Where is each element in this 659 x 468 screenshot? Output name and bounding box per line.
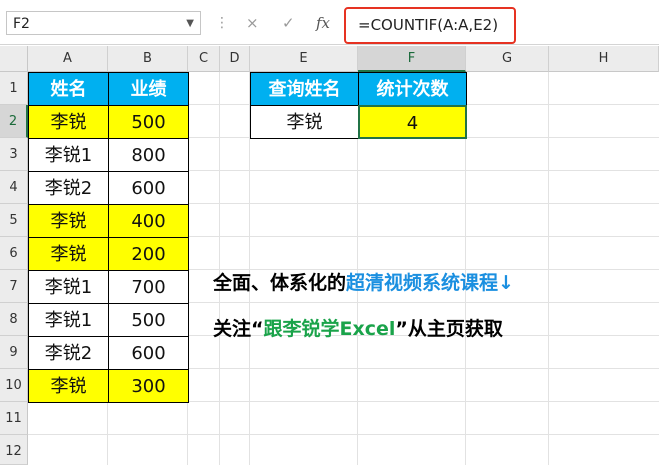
row-header-8[interactable]: 8 [0,303,28,336]
table-cell-score[interactable]: 600 [108,336,189,370]
table-cell-score[interactable]: 600 [108,171,189,205]
table-header-score[interactable]: 业绩 [108,72,189,106]
lookup-header-count[interactable]: 统计次数 [358,72,467,106]
row-header-12[interactable]: 12 [0,435,28,465]
insert-function-icon[interactable]: fx [316,11,330,35]
table-cell-name[interactable]: 李锐2 [28,336,109,370]
column-header-d[interactable]: D [220,46,250,72]
row-header-5[interactable]: 5 [0,204,28,237]
promo-line-2: 关注“跟李锐学Excel”从主页获取 [213,314,503,341]
column-header-a[interactable]: A [28,46,108,72]
formula-bar-grip-icon: ⋮ [215,15,229,31]
table-cell-score[interactable]: 500 [108,105,189,139]
column-header-c[interactable]: C [188,46,220,72]
column-header-f[interactable]: F [358,46,466,72]
table-cell-name[interactable]: 李锐1 [28,303,109,337]
gridline [548,72,549,465]
promo-line-2-pre: 关注“ [213,318,264,340]
row-header-6[interactable]: 6 [0,237,28,270]
promo-line-1: 全面、体系化的超清视频系统课程↓ [213,268,514,295]
table-cell-score[interactable]: 700 [108,270,189,304]
lookup-header-name[interactable]: 查询姓名 [250,72,359,106]
row-header-7[interactable]: 7 [0,270,28,303]
column-header-b[interactable]: B [108,46,188,72]
table-cell-score[interactable]: 300 [108,369,189,403]
lookup-count-cell-selected[interactable]: 4 [358,105,467,139]
formula-input[interactable]: =COUNTIF(A:A,E2) [344,7,516,44]
table-cell-name[interactable]: 李锐2 [28,171,109,205]
row-header-2[interactable]: 2 [0,105,28,138]
table-cell-name[interactable]: 李锐 [28,237,109,271]
row-header-9[interactable]: 9 [0,336,28,369]
table-header-name[interactable]: 姓名 [28,72,109,106]
promo-line-1-black: 全面、体系化的 [213,272,347,294]
table-cell-score[interactable]: 800 [108,138,189,172]
cancel-icon[interactable]: × [246,11,259,35]
promo-line-2-green: 跟李锐学Excel [263,318,396,340]
column-header-g[interactable]: G [466,46,549,72]
lookup-name-cell[interactable]: 李锐 [250,105,359,139]
formula-bar: F2 ▼ ⋮ × ✓ fx =COUNTIF(A:A,E2) [0,0,659,45]
column-header-h[interactable]: H [549,46,659,72]
table-cell-name[interactable]: 李锐 [28,369,109,403]
table-cell-score[interactable]: 400 [108,204,189,238]
table-cell-name[interactable]: 李锐 [28,105,109,139]
table-cell-score[interactable]: 500 [108,303,189,337]
name-box[interactable]: F2 ▼ [6,11,201,35]
row-header-10[interactable]: 10 [0,369,28,402]
name-box-value: F2 [13,16,30,32]
row-header-11[interactable]: 11 [0,402,28,435]
row-header-1[interactable]: 1 [0,72,28,105]
select-all-corner[interactable] [0,46,28,72]
table-cell-name[interactable]: 李锐1 [28,138,109,172]
promo-line-1-blue: 超清视频系统课程↓ [346,272,514,294]
table-cell-name[interactable]: 李锐1 [28,270,109,304]
table-cell-name[interactable]: 李锐 [28,204,109,238]
promo-line-2-post: ”从主页获取 [395,318,503,340]
table-cell-score[interactable]: 200 [108,237,189,271]
chevron-down-icon[interactable]: ▼ [186,12,194,36]
row-header-3[interactable]: 3 [0,138,28,171]
row-header-4[interactable]: 4 [0,171,28,204]
enter-icon[interactable]: ✓ [282,11,295,35]
column-header-e[interactable]: E [250,46,358,72]
